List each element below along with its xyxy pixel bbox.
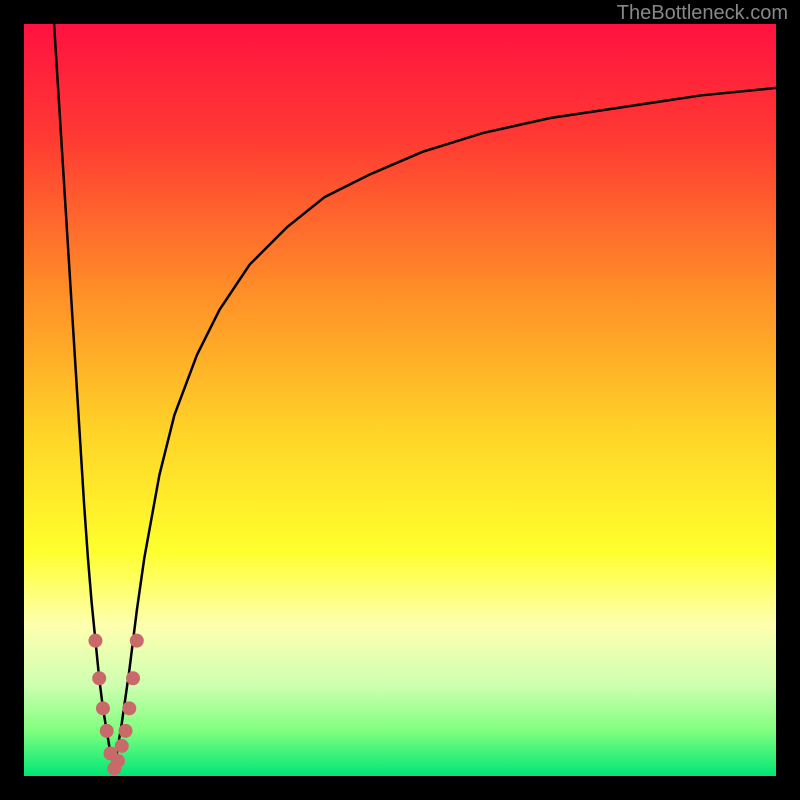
curve-left-branch	[54, 24, 114, 768]
data-dot	[100, 724, 114, 738]
data-dot	[111, 754, 125, 768]
data-dot	[92, 671, 106, 685]
data-dot	[88, 634, 102, 648]
chart-curves	[24, 24, 776, 776]
curve-right-branch	[114, 88, 776, 769]
data-dot	[126, 671, 140, 685]
data-dot	[122, 701, 136, 715]
data-dot	[96, 701, 110, 715]
data-dot	[130, 634, 144, 648]
chart-plot-area	[24, 24, 776, 776]
data-dot	[115, 739, 129, 753]
watermark-text: TheBottleneck.com	[617, 2, 788, 25]
data-dot	[119, 724, 133, 738]
